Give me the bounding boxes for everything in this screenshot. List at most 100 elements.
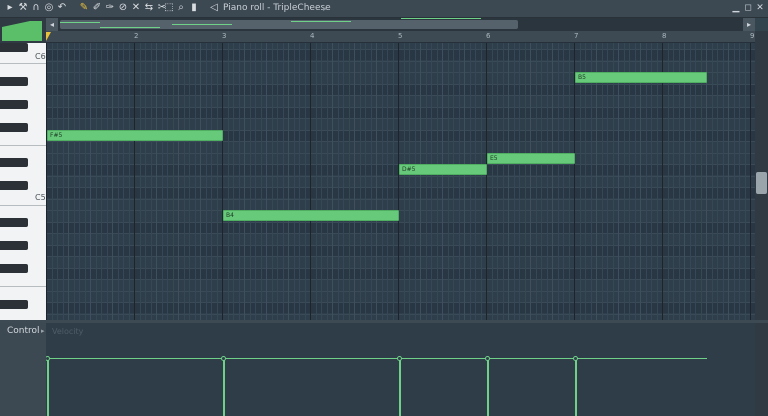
- minimize-icon[interactable]: ▁: [731, 3, 741, 13]
- black-key[interactable]: [0, 181, 28, 190]
- velocity-handle[interactable]: [46, 356, 50, 361]
- velocity-stem[interactable]: [223, 358, 225, 416]
- step-line: [580, 43, 581, 320]
- black-key[interactable]: [0, 241, 28, 250]
- grid-row-line: [46, 290, 755, 292]
- paint-brush-icon[interactable]: ✐: [91, 2, 103, 14]
- playhead-marker[interactable]: [46, 32, 51, 41]
- step-line: [382, 43, 383, 320]
- velocity-stem[interactable]: [47, 358, 49, 416]
- undo-icon[interactable]: ↶: [56, 2, 68, 14]
- note[interactable]: D#5: [399, 164, 487, 175]
- black-key[interactable]: [0, 43, 28, 52]
- bar-line: [486, 43, 487, 320]
- magnet-icon[interactable]: ∩: [30, 2, 42, 14]
- black-key[interactable]: [0, 100, 28, 109]
- speaker-icon[interactable]: ◁: [208, 2, 220, 14]
- select-icon[interactable]: ⬚: [163, 2, 175, 14]
- black-key[interactable]: [0, 218, 28, 227]
- note[interactable]: B5: [575, 72, 707, 83]
- step-line: [541, 43, 542, 320]
- step-line: [602, 43, 603, 320]
- step-line: [112, 43, 113, 320]
- black-key[interactable]: [0, 264, 28, 273]
- step-line: [651, 43, 652, 320]
- scroll-left-icon[interactable]: ◂: [46, 18, 58, 31]
- grid-row-line: [46, 49, 755, 50]
- step-line: [266, 43, 267, 320]
- title-menu-arrow-icon[interactable]: ▸: [323, 2, 327, 15]
- zoom-icon[interactable]: ⌕: [175, 2, 187, 14]
- bar-line: [398, 43, 399, 320]
- grid-row-band: [46, 221, 755, 233]
- velocity-handle[interactable]: [397, 356, 402, 361]
- step-line: [728, 43, 729, 320]
- step-line: [255, 43, 256, 320]
- step-line: [745, 43, 746, 320]
- step-line: [371, 43, 372, 320]
- piano-keyboard[interactable]: C6 C5: [0, 43, 46, 320]
- velocity-stem[interactable]: [575, 358, 577, 416]
- step-line: [393, 43, 394, 320]
- mute-icon[interactable]: ✕: [130, 2, 142, 14]
- bar-number: 6: [486, 32, 491, 40]
- velocity-stem[interactable]: [487, 358, 489, 416]
- control-label[interactable]: Control: [7, 326, 40, 337]
- step-line: [233, 43, 234, 320]
- step-line: [618, 43, 619, 320]
- step-line: [624, 43, 625, 320]
- velocity-handle[interactable]: [573, 356, 578, 361]
- step-line: [409, 43, 410, 320]
- maximize-icon[interactable]: ◻: [743, 3, 753, 13]
- velocity-stem[interactable]: [399, 358, 401, 416]
- step-line: [151, 43, 152, 320]
- step-line: [453, 43, 454, 320]
- step-line: [90, 43, 91, 320]
- step-line: [591, 43, 592, 320]
- grid-row-line: [46, 187, 755, 188]
- grid-row-band: [46, 49, 755, 60]
- scroll-right-icon[interactable]: ▸: [743, 18, 755, 31]
- slip-icon[interactable]: ⇆: [143, 2, 155, 14]
- black-key[interactable]: [0, 77, 28, 86]
- event-editor[interactable]: [46, 323, 755, 416]
- arrow-down-icon[interactable]: ▸: [4, 2, 16, 14]
- note-label: E5: [490, 155, 498, 162]
- step-line: [244, 43, 245, 320]
- note[interactable]: B4: [223, 210, 399, 221]
- step-line: [690, 43, 691, 320]
- piano-roll-window: ▸ ⚒ ∩ ◎ ↶ ✎ ✐ ✑ ⊘ ✕ ⇆ ✂ ⬚ ⌕ ▮ ◁ Piano ro…: [0, 0, 768, 416]
- vertical-scroll-thumb[interactable]: [756, 172, 767, 194]
- black-key[interactable]: [0, 158, 28, 167]
- wrench-icon[interactable]: ⚒: [17, 2, 29, 14]
- stamp-icon[interactable]: ◎: [43, 2, 55, 14]
- black-key[interactable]: [0, 123, 28, 132]
- pencil-icon[interactable]: ✎: [78, 2, 90, 14]
- bar-line: [222, 43, 223, 320]
- delete-icon[interactable]: ⊘: [117, 2, 129, 14]
- bar-number: 8: [662, 32, 667, 40]
- note-grid[interactable]: F#5 B4 D#5 E5 B5: [46, 43, 755, 320]
- velocity-handle[interactable]: [221, 356, 226, 361]
- grid-row-band: [46, 244, 755, 256]
- paint-brush-delete-icon[interactable]: ✑: [104, 2, 116, 14]
- step-line: [162, 43, 163, 320]
- step-line: [701, 43, 702, 320]
- black-key[interactable]: [0, 300, 28, 309]
- step-line: [85, 43, 86, 320]
- step-line: [52, 43, 53, 320]
- playback-icon[interactable]: ▮: [188, 2, 200, 14]
- step-line: [206, 43, 207, 320]
- time-ruler[interactable]: 2 3 4 5 6 7 8 9: [46, 31, 755, 43]
- grid-row-line: [46, 198, 755, 200]
- bar-line: [662, 43, 663, 320]
- step-line: [530, 43, 531, 320]
- control-arrow-icon[interactable]: ▸: [41, 327, 45, 336]
- close-icon[interactable]: ✕: [755, 3, 765, 13]
- note[interactable]: E5: [487, 153, 575, 164]
- velocity-handle[interactable]: [485, 356, 490, 361]
- window-title: Piano roll - TripleCheese: [223, 3, 331, 13]
- note[interactable]: F#5: [47, 130, 223, 141]
- step-line: [437, 43, 438, 320]
- event-scrollbar[interactable]: [755, 323, 768, 416]
